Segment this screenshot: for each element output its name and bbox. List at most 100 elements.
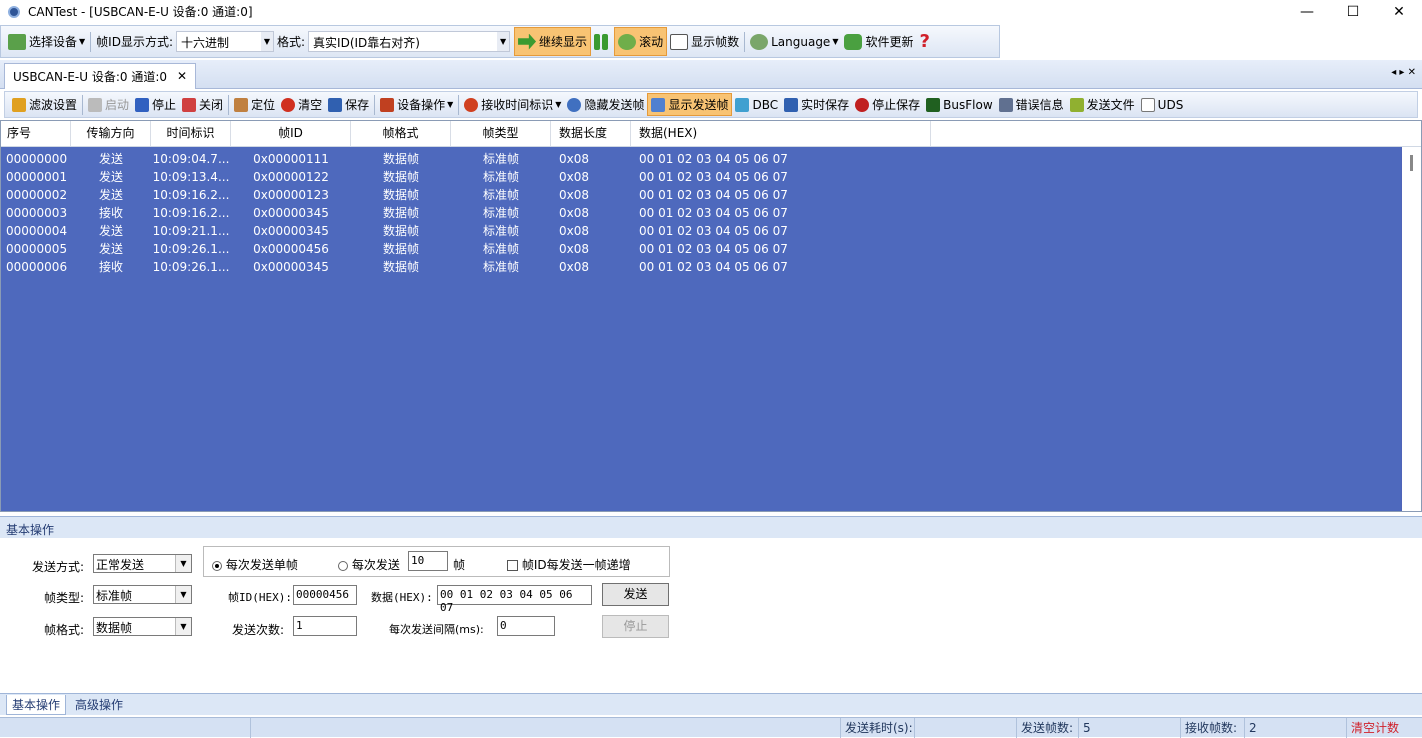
hide-sent-button[interactable]: 隐藏发送帧 [564, 93, 647, 116]
column-header[interactable]: 数据(HEX) [631, 121, 931, 146]
grid-body: 00000000 发送 10:09:04.7... 0x00000111 数据帧 标准帧 0… [1, 147, 1401, 511]
format-dropdown[interactable]: 真实ID(ID靠右对齐) ▼ [308, 31, 511, 52]
radio-multi-frame[interactable]: 每次发送 [338, 556, 400, 573]
tab-basic-ops[interactable]: 基本操作 [6, 695, 67, 715]
select-device-button[interactable]: 选择设备 ▼ [5, 27, 88, 56]
table-cell: 0x00000345 [253, 224, 329, 238]
column-header[interactable]: 帧格式 [351, 121, 451, 146]
table-cell: 00 01 02 03 04 05 06 07 [639, 260, 788, 274]
realtime-save-button[interactable]: 实时保存 [781, 93, 852, 116]
frame-format-select[interactable]: 数据帧 ▼ [93, 617, 192, 636]
radio-single-frame[interactable]: 每次发送单帧 [212, 556, 298, 573]
close-device-button[interactable]: 关闭 [179, 93, 226, 116]
frame-format-label: 帧格式: [44, 623, 85, 637]
pause-button[interactable] [591, 27, 614, 56]
table-cell: 发送 [98, 170, 123, 184]
software-update-button[interactable]: 软件更新 [841, 27, 916, 56]
globe-icon [750, 33, 769, 50]
table-cell: 标准帧 [482, 242, 519, 256]
table-cell: 数据帧 [382, 152, 419, 166]
clear-button[interactable]: 清空 [278, 93, 325, 116]
send-file-button[interactable]: 发送文件 [1067, 93, 1138, 116]
realtime-save-icon [784, 97, 799, 112]
hide-icon [567, 97, 582, 112]
start-button[interactable]: 启动 [85, 93, 132, 116]
send-mode-select[interactable]: 正常发送 ▼ [93, 554, 192, 573]
frame-id-display-dropdown[interactable]: 十六进制 ▼ [176, 31, 274, 52]
send-file-label: 发送文件 [1086, 98, 1135, 112]
minimize-button[interactable]: — [1284, 0, 1330, 23]
tab-nav-icon[interactable]: ◂ ▸ ✕ [1391, 67, 1416, 78]
document-tab-bar: USBCAN-E-U 设备:0 通道:0 ✕ ◂ ▸ ✕ [0, 60, 1422, 89]
table-row[interactable]: 00000004 发送 10:09:21.1... 0x00000345 数据帧 标准帧 0… [1, 222, 1401, 240]
update-icon [844, 33, 863, 50]
table-row[interactable]: 00000003 接收 10:09:16.2... 0x00000345 数据帧 标准帧 0… [1, 204, 1401, 222]
device-ops-label: 设备操作 [397, 98, 446, 112]
data-hex-input[interactable]: 00 01 02 03 04 05 06 07 [437, 585, 592, 614]
send-times-input[interactable]: 1 [293, 616, 357, 636]
maximize-button[interactable]: ☐ [1330, 0, 1376, 23]
frame-type-select[interactable]: 标准帧 ▼ [93, 585, 192, 604]
tab-advanced-ops[interactable]: 高级操作 [70, 695, 128, 715]
locate-button[interactable]: 定位 [231, 93, 278, 116]
send-button[interactable]: 发送 [602, 583, 669, 606]
device-toolbar: 滤波设置 启动 停止 关闭 定位 清空 保存 设备操作 ▼ 接收时间标识 ▼ 隐藏发… [4, 91, 1418, 118]
stop-save-button[interactable]: 停止保存 [852, 93, 923, 116]
pause-icon [594, 33, 601, 50]
id-increment-label: 帧ID每发送一帧递增 [521, 558, 631, 572]
locate-label: 定位 [251, 98, 276, 112]
table-row[interactable]: 00000005 发送 10:09:26.1... 0x00000456 数据帧 标准帧 0… [1, 240, 1401, 258]
language-button[interactable]: Language ▼ [747, 27, 841, 56]
stop-button[interactable]: 停止 [132, 93, 179, 116]
table-row[interactable]: 00000001 发送 10:09:13.4... 0x00000122 数据帧 标准帧 0… [1, 168, 1401, 186]
continue-display-button[interactable]: 继续显示 [514, 27, 592, 56]
tab-close-icon[interactable]: ✕ [177, 69, 187, 83]
clear-icon [281, 97, 296, 112]
busflow-button[interactable]: BusFlow [923, 93, 995, 116]
grid-header: 序号 传输方向 时间标识 帧ID 帧格式 帧类型 数据长度 数据(HEX) [1, 121, 1421, 147]
table-row[interactable]: 00000002 发送 10:09:16.2... 0x00000123 数据帧 标准帧 0… [1, 186, 1401, 204]
clear-count-button[interactable]: 清空计数 [1346, 718, 1422, 738]
column-header[interactable]: 帧类型 [451, 121, 551, 146]
dbc-button[interactable]: DBC [732, 93, 781, 116]
format-label: 格式: [277, 35, 306, 49]
frame-format-value: 数据帧 [96, 621, 133, 635]
table-row[interactable]: 00000000 发送 10:09:04.7... 0x00000111 数据帧 标准帧 0… [1, 150, 1401, 168]
column-header[interactable]: 时间标识 [151, 121, 231, 146]
frame-grid[interactable]: 序号 传输方向 时间标识 帧ID 帧格式 帧类型 数据长度 数据(HEX) 00… [0, 120, 1422, 512]
show-sent-label: 显示发送帧 [668, 98, 729, 112]
scrollbar-thumb[interactable] [1410, 155, 1413, 171]
tab-usbcan-channel[interactable]: USBCAN-E-U 设备:0 通道:0 ✕ [4, 63, 196, 89]
interval-input[interactable]: 0 [497, 616, 555, 636]
id-increment-checkbox[interactable]: 帧ID每发送一帧递增 [507, 556, 631, 573]
stop-send-button[interactable]: 停止 [602, 615, 669, 638]
save-button[interactable]: 保存 [325, 93, 372, 116]
filter-settings-button[interactable]: 滤波设置 [9, 93, 80, 116]
column-header[interactable]: 帧ID [231, 121, 351, 146]
show-sent-button[interactable]: 显示发送帧 [647, 93, 733, 116]
show-frame-count-label: 显示帧数 [691, 35, 740, 49]
column-header[interactable]: 数据长度 [551, 121, 631, 146]
column-header[interactable]: 传输方向 [71, 121, 151, 146]
filter-settings-label: 滤波设置 [29, 98, 78, 112]
table-cell: 10:09:16.2... [152, 188, 230, 202]
error-info-button[interactable]: 错误信息 [996, 93, 1067, 116]
show-icon [651, 97, 666, 112]
status-empty [250, 718, 840, 738]
help-button[interactable]: ? [917, 27, 933, 56]
table-cell: 00000006 [6, 260, 68, 274]
scroll-button[interactable]: 滚动 [614, 27, 668, 56]
table-row[interactable]: 00000006 接收 10:09:26.1... 0x00000345 数据帧 标准帧 0… [1, 258, 1401, 276]
close-button[interactable]: ✕ [1376, 0, 1422, 23]
show-frame-count-button[interactable]: 显示帧数 [667, 27, 742, 56]
vertical-scrollbar[interactable] [1402, 147, 1421, 511]
device-ops-button[interactable]: 设备操作 ▼ [377, 93, 456, 116]
table-cell: 0x00000111 [253, 152, 329, 166]
frame-id-display-label: 帧ID显示方式: [96, 35, 173, 49]
status-bar: 发送耗时(s): 发送帧数: 5 接收帧数: 2 清空计数 [0, 717, 1422, 738]
uds-button[interactable]: UDS [1138, 93, 1187, 116]
column-header[interactable]: 序号 [1, 121, 71, 146]
multi-frame-count-input[interactable]: 10 [408, 551, 448, 571]
receive-time-button[interactable]: 接收时间标识 ▼ [461, 93, 564, 116]
frame-id-input[interactable]: 00000456 [293, 585, 357, 605]
